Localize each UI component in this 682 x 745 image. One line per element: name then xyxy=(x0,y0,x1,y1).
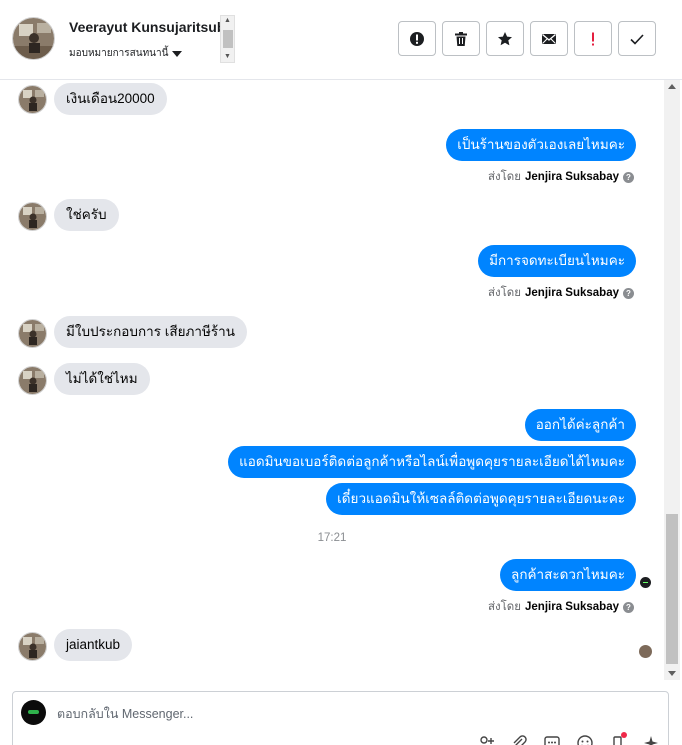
outgoing-message[interactable]: ออกได้ค่ะลูกค้า xyxy=(524,409,636,441)
incoming-message[interactable]: มีใบประกอบการ เสียภาษีร้าน xyxy=(54,316,247,348)
scroll-thumb[interactable] xyxy=(666,514,678,664)
outgoing-message[interactable]: ลูกค้าสะดวกไหมคะ xyxy=(500,559,636,591)
mark-done-button[interactable] xyxy=(618,21,656,56)
add-person-icon[interactable] xyxy=(477,734,495,745)
contact-message-avatar xyxy=(18,366,47,395)
scroll-up-icon[interactable]: ▲ xyxy=(224,17,231,25)
contact-seen-avatar xyxy=(639,645,652,658)
incoming-message[interactable]: เงินเดือน20000 xyxy=(54,83,167,115)
sender-name: Jenjira Suksabay xyxy=(525,601,619,613)
thread-scrollbar[interactable] xyxy=(664,80,680,680)
outgoing-message[interactable]: มีการจดทะเบียนไหมคะ xyxy=(478,245,636,277)
star-icon xyxy=(498,31,512,45)
conversation-actions xyxy=(398,21,656,56)
contact-name[interactable]: Veerayut Kunsujaritsub xyxy=(69,19,225,35)
caret-down-icon xyxy=(172,50,183,57)
outgoing-message[interactable]: เดี๋ยวแอดมินให้เซลล์ติดต่อพูดคุยรายละเอี… xyxy=(326,483,636,515)
composer-toolbar xyxy=(477,732,660,745)
important-button[interactable] xyxy=(574,21,612,56)
sent-by-label: ส่งโดย Jenjira Suksabay ? xyxy=(488,598,634,616)
check-icon xyxy=(630,33,644,45)
trash-icon xyxy=(455,31,467,46)
header-scrollbar[interactable]: ▲ ▼ xyxy=(220,15,235,63)
reply-input[interactable] xyxy=(57,705,457,723)
contact-message-avatar xyxy=(18,319,47,348)
assign-label: มอบหมายการสนทนานี้ xyxy=(69,48,169,59)
assign-conversation-dropdown[interactable]: มอบหมายการสนทนานี้ xyxy=(69,46,183,61)
alert-circle-icon xyxy=(410,31,424,46)
scroll-thumb[interactable] xyxy=(223,30,233,48)
sent-by-prefix: ส่งโดย xyxy=(487,171,522,183)
page-avatar xyxy=(21,700,46,725)
incoming-message[interactable]: jaiantkub xyxy=(54,629,133,661)
scroll-up-icon[interactable] xyxy=(668,84,676,89)
scroll-down-icon[interactable]: ▼ xyxy=(224,53,231,61)
mark-unread-button[interactable] xyxy=(530,21,568,56)
incoming-message[interactable]: ใช่ครับ xyxy=(54,199,119,231)
sparkle-icon[interactable] xyxy=(642,734,660,745)
notification-icon[interactable] xyxy=(609,732,627,745)
exclamation-icon xyxy=(592,32,594,45)
sender-name: Jenjira Suksabay xyxy=(525,287,619,299)
delete-button[interactable] xyxy=(442,21,480,56)
conversation-header: Veerayut Kunsujaritsub มอบหมายการสนทนานี… xyxy=(0,0,682,80)
help-icon[interactable]: ? xyxy=(623,171,634,183)
contact-avatar[interactable] xyxy=(12,17,55,60)
sent-by-prefix: ส่งโดย xyxy=(487,601,522,613)
contact-message-avatar xyxy=(18,202,47,231)
sent-by-label: ส่งโดย Jenjira Suksabay ? xyxy=(488,168,634,186)
star-button[interactable] xyxy=(486,21,524,56)
contact-message-avatar xyxy=(18,85,47,114)
sent-by-label: ส่งโดย Jenjira Suksabay ? xyxy=(488,284,634,302)
contact-message-avatar xyxy=(18,632,47,661)
sent-by-prefix: ส่งโดย xyxy=(487,287,522,299)
help-icon[interactable]: ? xyxy=(623,601,634,613)
notification-badge xyxy=(621,732,627,738)
mark-spam-button[interactable] xyxy=(398,21,436,56)
seen-indicator-avatar xyxy=(639,576,652,589)
emoji-icon[interactable] xyxy=(576,734,594,745)
outgoing-message[interactable]: แอดมินขอเบอร์ติดต่อลูกค้าหรือไลน์เพื่อพู… xyxy=(228,446,636,478)
reply-composer xyxy=(12,691,669,745)
saved-replies-icon[interactable] xyxy=(543,734,561,745)
timestamp: 17:21 xyxy=(317,532,347,544)
envelope-icon xyxy=(542,33,556,44)
help-icon[interactable]: ? xyxy=(623,287,634,299)
sender-name: Jenjira Suksabay xyxy=(525,171,619,183)
outgoing-message[interactable]: เป็นร้านของตัวเองเลยไหมคะ xyxy=(446,129,636,161)
incoming-message[interactable]: ไม่ได้ใช่ไหม xyxy=(54,363,150,395)
message-thread[interactable]: เงินเดือน20000 เป็นร้านของตัวเองเลยไหมคะ… xyxy=(0,80,664,680)
attachment-icon[interactable] xyxy=(510,734,528,745)
scroll-down-icon[interactable] xyxy=(668,671,676,676)
